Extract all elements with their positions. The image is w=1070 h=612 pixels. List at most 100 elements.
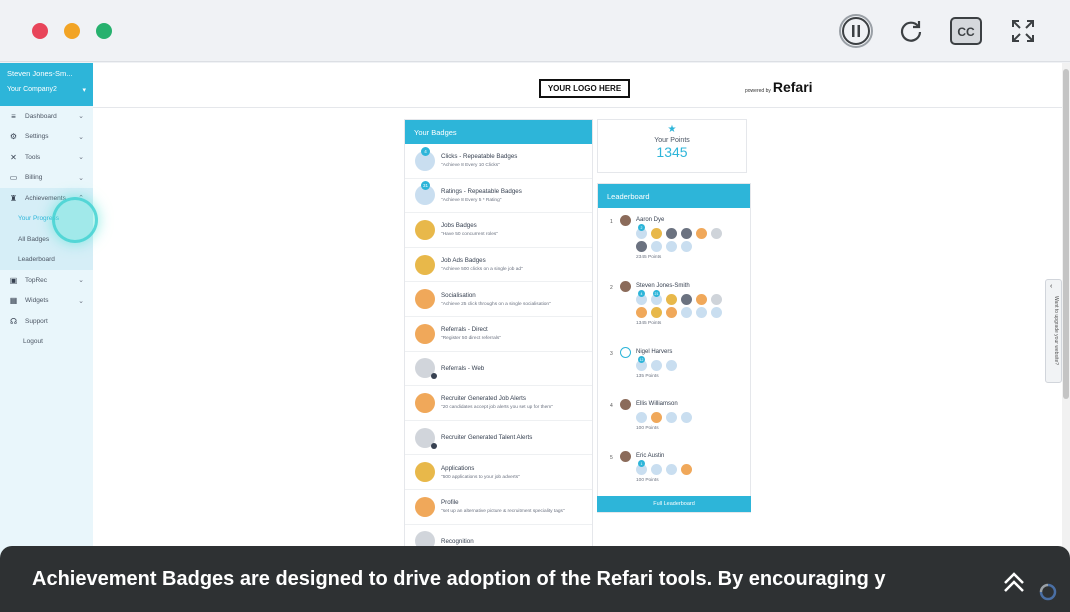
sidebar-item-settings[interactable]: ⚙ Settings ⌄ (0, 127, 93, 148)
leaderboard-badge-row (636, 241, 692, 252)
badge-title: Job Ads Badges (441, 257, 486, 265)
double-chevron-up-icon[interactable] (1000, 567, 1028, 595)
gear-icon: ⚙ (9, 132, 18, 142)
maximize-window-dot[interactable] (96, 23, 112, 39)
leaderboard-name: Eric Austin (636, 453, 665, 459)
tools-icon: ✕ (10, 152, 17, 162)
fullscreen-button[interactable] (1005, 13, 1041, 49)
leaderboard-badge-row (636, 412, 692, 423)
leaderboard-entry[interactable]: 2 Steven Jones-Smith 4 21 1345 Points (598, 281, 750, 347)
leaderboard-badge-row: 12 (636, 356, 677, 371)
leaderboard-rank: 1 (610, 219, 613, 225)
chevron-down-icon: ⌄ (78, 154, 84, 162)
leaderboard-badge-icon (651, 360, 662, 371)
badge-title: Applications (441, 464, 475, 472)
leaderboard-name: Steven Jones-Smith (636, 283, 690, 289)
badge-row[interactable]: 31 Ratings - Repeatable Badges "Achieve 8 … (405, 179, 592, 214)
full-leaderboard-button[interactable]: Full Leaderboard (597, 496, 751, 512)
badge-row[interactable]: Job Ads Badges "Achieve 500 clicks on a s… (405, 248, 592, 283)
leaderboard-entry[interactable]: 4 Ellis Williamson 100 Points (598, 399, 750, 451)
chevron-down-icon: ⌄ (78, 133, 84, 141)
leaderboard-badge-icon (681, 294, 692, 305)
leaderboard-points: 135 Points (636, 374, 659, 379)
avatar (620, 399, 631, 410)
badge-locked-icon (431, 373, 437, 380)
badge-row[interactable]: Profile "set up an alternative picture & … (405, 490, 592, 525)
leaderboard-badge-icon (666, 360, 677, 371)
replay-icon (900, 21, 922, 42)
caption-fade (930, 564, 970, 594)
replay-button[interactable] (893, 13, 929, 49)
sidebar-item-label: Achievements (25, 194, 66, 202)
scrollbar-thumb[interactable] (1063, 69, 1069, 399)
caption-bar: Achievement Badges are designed to drive… (0, 546, 1070, 612)
leaderboard-badge-count: 2 (638, 224, 645, 231)
sidebar-header[interactable]: Steven Jones-Sm... Your Company2 ▾ (0, 63, 93, 106)
badge-row[interactable]: Socialisation "Achieve 25 click throughs … (405, 282, 592, 317)
badge-row[interactable]: Recruiter Generated Talent Alerts (405, 421, 592, 456)
leaderboard-entry[interactable]: 1 Aaron Dye 2 2345 Points (598, 215, 750, 281)
sidebar-item-dashboard[interactable]: ≡ Dashboard ⌄ (0, 106, 93, 127)
leaderboard-badge-icon (666, 464, 677, 475)
company-selector[interactable]: Your Company2 ▾ (7, 86, 86, 94)
leaderboard-badge-icon (681, 307, 692, 318)
sidebar-item-tools[interactable]: ✕ Tools ⌄ (0, 147, 93, 168)
sidebar-item-toprec[interactable]: ▣ TopRec ⌄ (0, 270, 93, 291)
badge-title: Recruiter Generated Job Alerts (441, 395, 526, 403)
leaderboard-badge-icon (636, 307, 647, 318)
leaderboard-badge-icon (666, 228, 677, 239)
badge-icon (415, 289, 435, 310)
minimize-window-dot[interactable] (64, 23, 80, 39)
badge-icon: 31 (415, 181, 435, 206)
leaderboard-badge-icon: 2 (636, 224, 647, 239)
leaderboard-badge-icon (681, 228, 692, 239)
company-name: Your Company2 (7, 86, 57, 93)
caption-text: Achievement Badges are designed to drive… (32, 568, 886, 590)
player-toolbar: CC (0, 0, 1070, 62)
leaderboard-entry[interactable]: 3 Nigel Harvers 12 135 Points (598, 347, 750, 399)
leaderboard-badge-icon: 12 (636, 356, 647, 371)
badge-row[interactable]: Referrals - Direct "Register 50 direct re… (405, 317, 592, 352)
badge-icon (415, 496, 435, 517)
badge-row[interactable]: Applications "500 applications to your jo… (405, 455, 592, 490)
sidebar-item-support[interactable]: ☊ Support (0, 311, 93, 332)
badge-locked-icon (431, 442, 437, 449)
badge-row[interactable]: 4 Clicks - Repeatable Badges "Achieve 8 Ev… (405, 144, 592, 179)
leaderboard-badge-icon (651, 307, 662, 318)
sidebar-item-label: Tools (25, 153, 41, 161)
leaderboard-name: Ellis Williamson (636, 401, 678, 407)
sidebar-item-label: Dashboard (25, 112, 57, 120)
sidebar-item-billing[interactable]: ▭ Billing ⌄ (0, 168, 93, 189)
badge-icon (415, 219, 435, 240)
close-window-dot[interactable] (32, 23, 48, 39)
svg-text:CC: CC (957, 25, 975, 39)
leaderboard-badge-icon: 1 (636, 460, 647, 475)
click-highlight-indicator (52, 197, 98, 243)
captions-button[interactable]: CC (948, 13, 984, 49)
sidebar-item-label: TopRec (25, 276, 48, 284)
leaderboard-badge-icon (651, 241, 662, 252)
leaderboard-badge-icon (666, 412, 677, 423)
toprec-icon: ▣ (9, 275, 18, 285)
avatar (620, 215, 631, 226)
chevron-left-icon: ‹ (1050, 283, 1053, 290)
badge-row[interactable]: Jobs Badges "Have 50 concurrent roles" (405, 213, 592, 248)
leaderboard-points: 1345 Points (636, 321, 662, 326)
badge-row[interactable]: Recruiter Generated Job Alerts "20 candid… (405, 386, 592, 421)
sidebar-subitem-leaderboard[interactable]: Leaderboard (0, 249, 93, 270)
avatar (620, 451, 631, 462)
sidebar-item-logout[interactable]: Logout (0, 332, 93, 353)
upgrade-website-tab[interactable]: ‹ Want to upgrade your website? (1045, 279, 1062, 383)
sidebar-item-label: Billing (25, 174, 43, 182)
badge-row[interactable]: Referrals - Web (405, 352, 592, 387)
leaderboard-badge-icon: 21 (651, 290, 662, 305)
expand-icon (1012, 20, 1034, 42)
user-name[interactable]: Steven Jones-Sm... (7, 69, 86, 78)
leaderboard-rank: 4 (610, 403, 613, 409)
pause-button[interactable] (838, 13, 874, 49)
sidebar-item-widgets[interactable]: ▦ Widgets ⌄ (0, 291, 93, 312)
leaderboard-points: 2345 Points (636, 255, 662, 260)
badge-title: Profile (441, 499, 459, 507)
leaderboard-badge-icon (711, 294, 722, 305)
badge-count: 4 (421, 146, 430, 156)
